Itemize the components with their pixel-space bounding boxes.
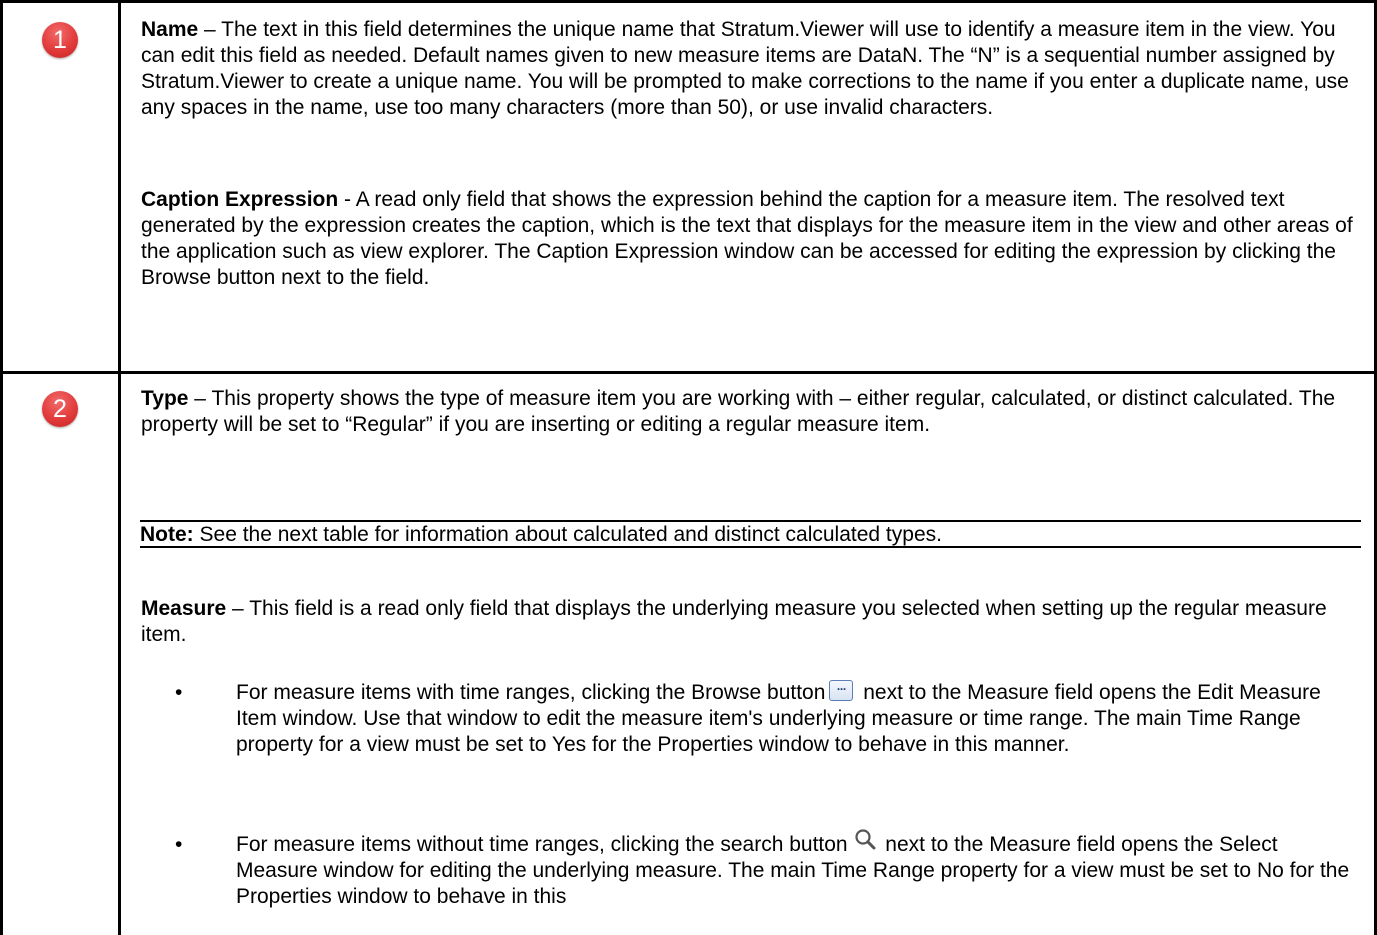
bullet-browse-before: For measure items with time ranges, clic… [236, 681, 826, 704]
step-2-number: 2 [53, 394, 67, 423]
row-divider [0, 371, 1377, 374]
name-description: Name – The text in this field determines… [141, 17, 1361, 121]
type-description: Type – This property shows the type of m… [141, 386, 1361, 438]
table-top-border [0, 0, 1377, 3]
bullet-search-before: For measure items without time ranges, c… [236, 833, 848, 856]
caption-expression-term: Caption Expression [141, 188, 339, 211]
search-icon[interactable] [853, 828, 879, 850]
measure-description: Measure – This field is a read only fiel… [141, 596, 1361, 648]
bullet-dot: • [175, 681, 183, 704]
measure-text: – This field is a read only field that d… [141, 597, 1327, 646]
bullet-browse: • For measure items with time ranges, cl… [175, 679, 1356, 758]
type-text: – This property shows the type of measur… [141, 387, 1336, 436]
step-2-badge: 2 [42, 391, 78, 427]
measure-term: Measure [141, 597, 227, 620]
step-1-badge: 1 [42, 22, 78, 58]
name-term: Name [141, 18, 199, 41]
type-term: Type [141, 387, 189, 410]
note-box: Note: See the next table for information… [140, 520, 1361, 548]
bullet-dot: • [175, 833, 183, 856]
properties-table: 1 Name – The text in this field determin… [0, 0, 1377, 935]
table-left-border [0, 0, 3, 935]
name-text: – The text in this field determines the … [141, 18, 1349, 119]
caption-expression-description: Caption Expression - A read only field t… [141, 187, 1361, 291]
step-1-number: 1 [53, 25, 67, 54]
column-divider [118, 0, 121, 935]
note-text: See the next table for information about… [193, 523, 942, 546]
note-term: Note: [140, 523, 194, 546]
browse-icon[interactable]: ··· [829, 679, 854, 701]
bullet-search: • For measure items without time ranges,… [175, 829, 1356, 910]
